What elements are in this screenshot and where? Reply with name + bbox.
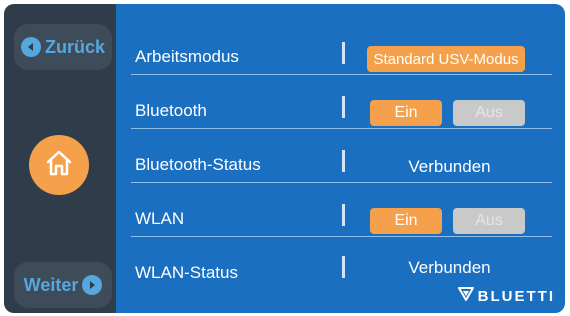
brand-name: BLUETTI bbox=[477, 287, 555, 305]
bluetooth-on-button[interactable]: Ein bbox=[370, 100, 442, 126]
row-wlan-status: WLAN-Status Verbunden bbox=[116, 237, 565, 291]
wlan-status-value: Verbunden bbox=[408, 258, 491, 277]
row-separator bbox=[342, 204, 345, 226]
row-bluetooth-status: Bluetooth-Status Verbunden bbox=[116, 129, 565, 183]
row-label: WLAN bbox=[135, 209, 185, 228]
screen: Zurück Weiter Arbeitsmodus Standard USV-… bbox=[0, 0, 570, 316]
next-button[interactable]: Weiter bbox=[14, 262, 112, 308]
bluetooth-status-value: Verbunden bbox=[408, 157, 491, 176]
row-work-mode: Arbeitsmodus Standard USV-Modus bbox=[116, 21, 565, 75]
back-button-label: Zurück bbox=[44, 36, 105, 57]
bluetooth-off-button[interactable]: Aus bbox=[453, 100, 525, 126]
row-wlan: WLAN Ein Aus bbox=[116, 183, 565, 237]
wlan-off-button[interactable]: Aus bbox=[453, 208, 525, 234]
row-separator bbox=[342, 256, 345, 278]
sidebar: Zurück Weiter bbox=[4, 4, 116, 313]
row-label: Bluetooth bbox=[135, 101, 207, 120]
row-label: Bluetooth-Status bbox=[135, 155, 261, 174]
chevron-left-icon bbox=[20, 37, 41, 57]
settings-panel: Arbeitsmodus Standard USV-Modus Bluetoot… bbox=[116, 4, 565, 313]
row-label: Arbeitsmodus bbox=[135, 47, 239, 66]
home-icon bbox=[44, 148, 74, 183]
row-label: WLAN-Status bbox=[135, 263, 238, 282]
back-button[interactable]: Zurück bbox=[14, 24, 112, 70]
row-separator bbox=[342, 150, 345, 172]
home-button[interactable] bbox=[29, 135, 89, 195]
chevron-right-icon bbox=[82, 275, 103, 295]
next-button-label: Weiter bbox=[23, 274, 79, 295]
bluetti-logo-icon bbox=[457, 287, 474, 305]
row-separator bbox=[342, 42, 345, 64]
row-bluetooth: Bluetooth Ein Aus bbox=[116, 75, 565, 129]
work-mode-button[interactable]: Standard USV-Modus bbox=[367, 46, 525, 72]
row-separator bbox=[342, 96, 345, 118]
brand-logo: BLUETTI bbox=[457, 287, 555, 305]
wlan-on-button[interactable]: Ein bbox=[370, 208, 442, 234]
